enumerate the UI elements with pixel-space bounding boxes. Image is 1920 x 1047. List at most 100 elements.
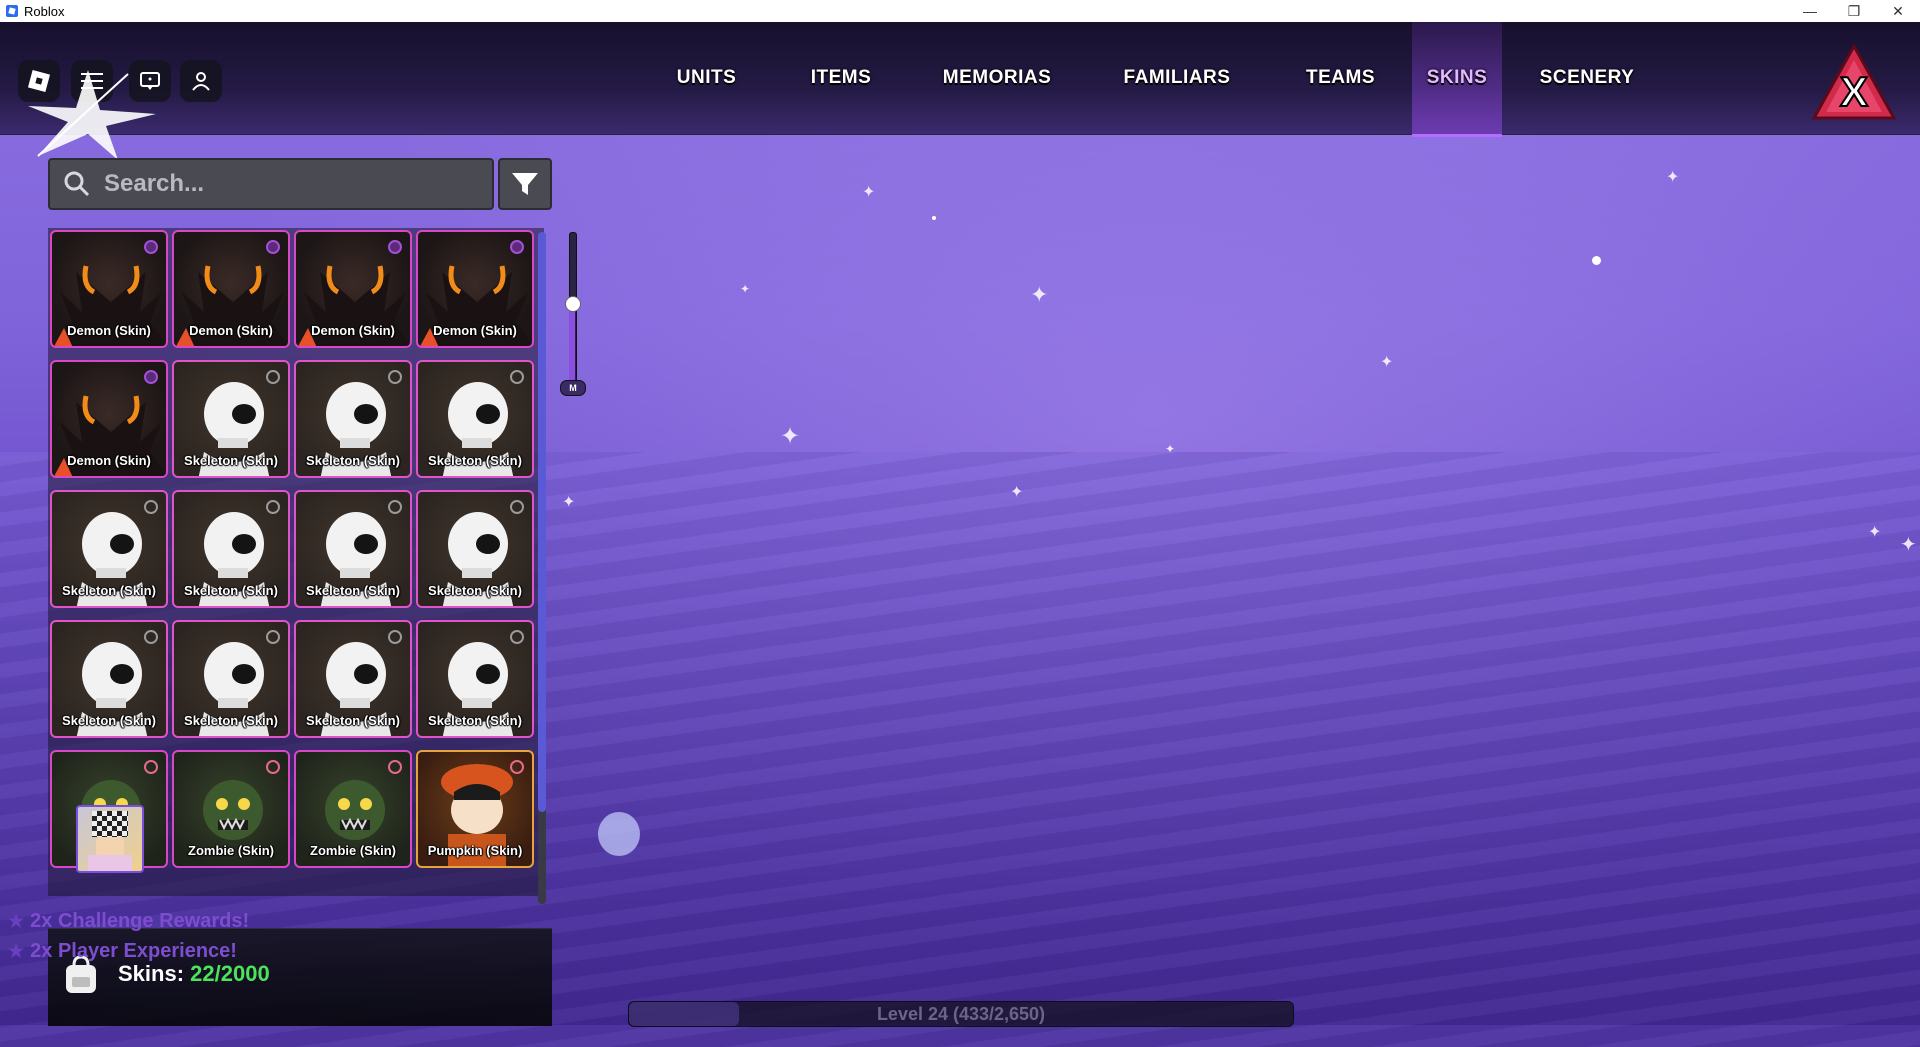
skin-card-zombie[interactable]: Zombie (Skin) [172, 750, 290, 868]
skin-card-label: Skeleton (Skin) [428, 713, 522, 728]
skin-card-label: Skeleton (Skin) [184, 583, 278, 598]
game-logo-icon [28, 70, 156, 160]
sparkle-icon: ✦ [1868, 524, 1882, 541]
rarity-badge-icon [266, 240, 280, 254]
skin-card-label: Skeleton (Skin) [306, 583, 400, 598]
zoom-label: M [560, 380, 586, 396]
inventory-grid: Demon (Skin) Demon (Skin) Demon (Skin) Demo… [50, 230, 534, 868]
rarity-badge-icon [388, 370, 402, 384]
skin-card-label: Skeleton (Skin) [62, 713, 156, 728]
rarity-badge-icon [510, 760, 524, 774]
rarity-badge-icon [388, 760, 402, 774]
close-inventory-button[interactable]: X [1812, 44, 1896, 122]
skin-card-label: Demon (Skin) [67, 323, 151, 338]
skin-card-skeleton[interactable]: Skeleton (Skin) [416, 620, 534, 738]
level-progress-bar: Level 24 (433/2,650) [628, 1001, 1294, 1027]
scrollbar-thumb[interactable] [538, 232, 546, 812]
skin-card-skeleton[interactable]: Skeleton (Skin) [294, 490, 412, 608]
skin-card-demon[interactable]: Demon (Skin) [50, 360, 168, 478]
skin-card-skeleton[interactable]: Skeleton (Skin) [416, 490, 534, 608]
friends-button[interactable] [180, 60, 222, 102]
window-controls: — ❐ ✕ [1788, 0, 1920, 22]
rarity-badge-icon [144, 630, 158, 644]
skin-card-skeleton[interactable]: Skeleton (Skin) [172, 360, 290, 478]
sparkle-icon: ✦ [1030, 282, 1049, 307]
sparkle-icon: ✦ [1666, 169, 1680, 186]
friends-icon [192, 72, 210, 91]
rarity-badge-icon [510, 370, 524, 384]
skin-card-skeleton[interactable]: Skeleton (Skin) [172, 620, 290, 738]
skin-card-skeleton[interactable]: Skeleton (Skin) [50, 490, 168, 608]
rarity-badge-icon [266, 500, 280, 514]
rarity-badge-icon [510, 500, 524, 514]
skin-card-skeleton[interactable]: Skeleton (Skin) [294, 360, 412, 478]
skin-card-demon[interactable]: Demon (Skin) [50, 230, 168, 348]
skin-card-demon[interactable]: Demon (Skin) [294, 230, 412, 348]
rarity-badge-icon [388, 500, 402, 514]
tab-familiars[interactable]: FAMILIARS [1085, 22, 1269, 134]
skin-card-label: Skeleton (Skin) [428, 583, 522, 598]
search-box [48, 158, 494, 210]
rarity-badge-icon [144, 370, 158, 384]
close-window-button[interactable]: ✕ [1876, 0, 1920, 22]
rarity-badge-icon [510, 240, 524, 254]
skin-card-skeleton[interactable]: Skeleton (Skin) [294, 620, 412, 738]
filter-button[interactable] [498, 158, 552, 210]
inventory-grid-area: Demon (Skin) Demon (Skin) Demon (Skin) Demo… [48, 228, 544, 896]
skin-card-skeleton[interactable]: Skeleton (Skin) [50, 620, 168, 738]
tab-teams[interactable]: TEAMS [1269, 22, 1412, 134]
skin-card-label: Skeleton (Skin) [184, 453, 278, 468]
rarity-badge-icon [388, 240, 402, 254]
skin-card-pumpkin[interactable]: Pumpkin (Skin) [416, 750, 534, 868]
sparkle-icon: ✦ [562, 494, 576, 511]
rarity-badge-icon [266, 760, 280, 774]
player-avatar-thumbnail [76, 805, 144, 873]
rarity-badge-icon [266, 370, 280, 384]
search-input[interactable] [102, 169, 466, 199]
active-boosts: ★ 2x Challenge Rewards! ★ 2x Player Experi… [8, 906, 249, 966]
light-orb [1592, 256, 1601, 265]
window-title: Roblox [24, 3, 65, 19]
minimize-button[interactable]: — [1788, 0, 1832, 22]
tab-units[interactable]: UNITS [640, 22, 773, 134]
zoom-slider[interactable]: M [560, 232, 586, 400]
skin-card-zombie[interactable]: Zombie (Skin) [294, 750, 412, 868]
star-icon: ★ [8, 940, 25, 961]
skin-card-demon[interactable]: Demon (Skin) [416, 230, 534, 348]
skin-card-label: Skeleton (Skin) [428, 453, 522, 468]
sparkle-icon: ✦ [780, 423, 801, 450]
skin-card-skeleton[interactable]: Skeleton (Skin) [416, 360, 534, 478]
skin-card-label: Demon (Skin) [433, 323, 517, 338]
sparkle-icon: ✦ [1010, 484, 1024, 501]
skin-card-label: Skeleton (Skin) [62, 583, 156, 598]
skin-card-label: Demon (Skin) [311, 323, 395, 338]
zoom-knob[interactable] [565, 296, 581, 312]
tab-items[interactable]: ITEMS [773, 22, 909, 134]
sparkle-icon: ✦ [740, 282, 751, 296]
skin-card-demon[interactable]: Demon (Skin) [172, 230, 290, 348]
restore-button[interactable]: ❐ [1832, 0, 1876, 22]
tab-skins[interactable]: SKINS [1412, 22, 1502, 137]
tab-memorias[interactable]: MEMORIAS [909, 22, 1085, 134]
skin-card-label: Demon (Skin) [189, 323, 273, 338]
skin-card-skeleton[interactable]: Skeleton (Skin) [172, 490, 290, 608]
boost-item: ★ 2x Player Experience! [8, 939, 237, 962]
sparkle-icon: ✦ [1165, 442, 1176, 456]
rarity-badge-icon [388, 630, 402, 644]
rarity-badge-icon [144, 240, 158, 254]
inventory-scrollbar[interactable] [538, 232, 546, 904]
light-orb [598, 812, 640, 856]
boost-item: ★ 2x Challenge Rewards! [8, 909, 250, 932]
roblox-app-icon [6, 5, 18, 17]
close-icon: X [1840, 68, 1868, 115]
sparkle-icon: ✦ [1900, 534, 1917, 556]
rarity-badge-icon [266, 630, 280, 644]
skin-card-label: Skeleton (Skin) [184, 713, 278, 728]
sparkle-icon: ✦ [1380, 354, 1394, 371]
skin-card-label: Skeleton (Skin) [306, 713, 400, 728]
skin-card-label: Zombie (Skin) [310, 843, 396, 858]
light-orb [932, 216, 936, 220]
filter-icon [512, 173, 538, 195]
inventory-panel: Demon (Skin) Demon (Skin) Demon (Skin) Demo… [48, 158, 552, 1025]
tab-scenery[interactable]: SCENERY [1502, 22, 1672, 134]
